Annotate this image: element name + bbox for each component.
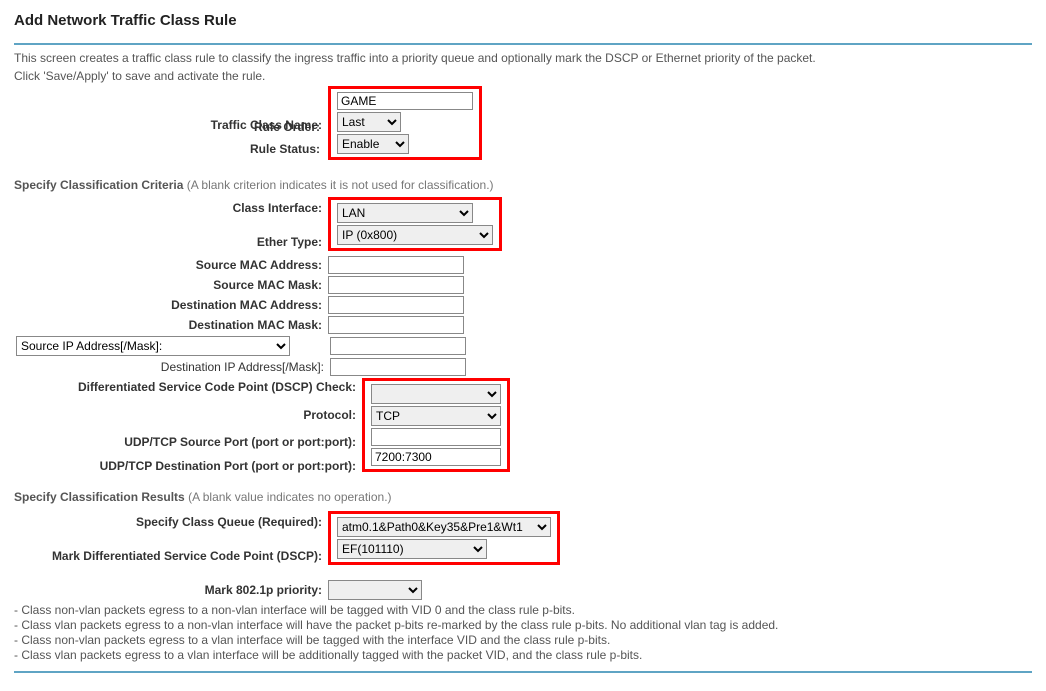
label-rule-status: Rule Status:	[14, 142, 320, 156]
criteria-section-title: Specify Classification Criteria	[14, 178, 183, 192]
criteria-section-hint: (A blank criterion indicates it is not u…	[183, 178, 493, 192]
results-section-title: Specify Classification Results	[14, 490, 185, 504]
highlight-top-group: Last Enable	[328, 86, 482, 160]
label-src-mac: Source MAC Address:	[14, 255, 326, 275]
label-class-queue: Specify Class Queue (Required):	[14, 510, 326, 533]
mark-dscp-select[interactable]: EF(101110)	[337, 539, 487, 559]
class-queue-select[interactable]: atm0.1&Path0&Key35&Pre1&Wt1	[337, 517, 551, 537]
label-src-mac-mask: Source MAC Mask:	[14, 275, 326, 295]
label-protocol: Protocol:	[14, 397, 360, 426]
src-ip-input[interactable]	[330, 337, 466, 355]
dst-mac-input[interactable]	[328, 296, 464, 314]
label-rule-order: Rule Order:	[14, 120, 320, 134]
src-mac-input[interactable]	[328, 256, 464, 274]
note-4: - Class vlan packets egress to a vlan in…	[14, 648, 1032, 663]
dst-mac-mask-input[interactable]	[328, 316, 464, 334]
note-1: - Class non-vlan packets egress to a non…	[14, 603, 1032, 618]
traffic-class-name-input[interactable]	[337, 92, 473, 110]
label-dst-ip: Destination IP Address[/Mask]:	[14, 357, 328, 377]
mark-8021p-select[interactable]	[328, 580, 422, 600]
label-mark-8021p: Mark 802.1p priority:	[14, 579, 326, 601]
dscp-check-select[interactable]	[371, 384, 501, 404]
page-title: Add Network Traffic Class Rule	[14, 12, 1032, 29]
label-dst-mac: Destination MAC Address:	[14, 295, 326, 315]
note-3: - Class non-vlan packets egress to a vla…	[14, 633, 1032, 648]
class-interface-select[interactable]: LAN	[337, 203, 473, 223]
label-ether-type: Ether Type:	[14, 219, 326, 255]
label-src-port: UDP/TCP Source Port (port or port:port):	[14, 426, 360, 452]
results-section-hint: (A blank value indicates no operation.)	[185, 490, 392, 504]
label-class-interface: Class Interface:	[14, 196, 326, 219]
label-dst-port: UDP/TCP Destination Port (port or port:p…	[14, 452, 360, 476]
rule-status-select[interactable]: Enable	[337, 134, 409, 154]
src-ip-mode-select[interactable]: Source IP Address[/Mask]:	[16, 336, 290, 356]
highlight-proto-ports: TCP	[362, 378, 510, 472]
divider-bottom	[14, 671, 1032, 673]
src-port-input[interactable]	[371, 428, 501, 446]
protocol-select[interactable]: TCP	[371, 406, 501, 426]
label-dscp-check: Differentiated Service Code Point (DSCP)…	[14, 377, 360, 397]
highlight-interface-ether: LAN IP (0x800)	[328, 197, 502, 251]
note-2: - Class vlan packets egress to a non-vla…	[14, 618, 1032, 633]
dst-port-input[interactable]	[371, 448, 501, 466]
rule-order-select[interactable]: Last	[337, 112, 401, 132]
dst-ip-input[interactable]	[330, 358, 466, 376]
ether-type-select[interactable]: IP (0x800)	[337, 225, 493, 245]
src-mac-mask-input[interactable]	[328, 276, 464, 294]
intro-line-2: Click 'Save/Apply' to save and activate …	[14, 69, 1032, 83]
highlight-queue-dscp: atm0.1&Path0&Key35&Pre1&Wt1 EF(101110)	[328, 511, 560, 565]
label-dst-mac-mask: Destination MAC Mask:	[14, 315, 326, 335]
intro-line-1: This screen creates a traffic class rule…	[14, 51, 1032, 65]
label-mark-dscp: Mark Differentiated Service Code Point (…	[14, 533, 326, 569]
divider-top	[14, 43, 1032, 45]
